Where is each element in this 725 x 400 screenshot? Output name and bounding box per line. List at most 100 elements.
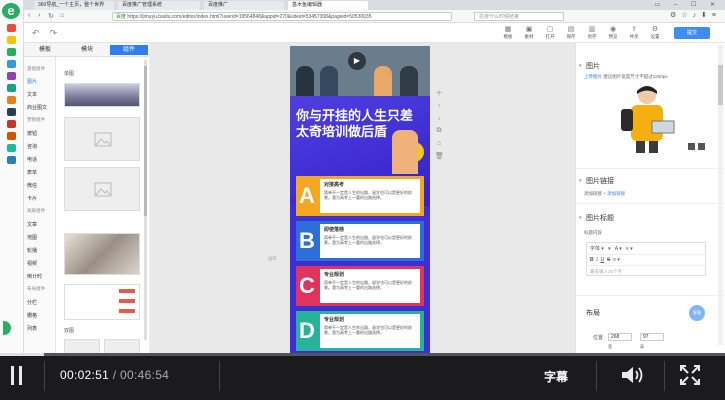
- toolbar-item[interactable]: ⚙ 设置: [646, 26, 664, 40]
- home-icon[interactable]: ⌂: [435, 140, 443, 147]
- category-item[interactable]: 视频: [27, 260, 37, 267]
- url-field[interactable]: 百度 https://jimuyu.baidu.com/editor/index…: [112, 12, 452, 21]
- forward-icon[interactable]: ›: [38, 12, 40, 19]
- thumbnail-placeholder[interactable]: [64, 117, 140, 161]
- tab-template[interactable]: 模板: [26, 45, 64, 55]
- upload-link[interactable]: 上传图片: [584, 74, 602, 79]
- home-icon[interactable]: ⌂: [60, 12, 64, 19]
- browser-tab[interactable]: 百度推广: [204, 1, 284, 10]
- position-x-input[interactable]: 268: [608, 333, 632, 341]
- category-item[interactable]: 电话: [27, 156, 37, 163]
- font-select[interactable]: 字体: [590, 246, 600, 252]
- position-y-input[interactable]: 97: [640, 333, 664, 341]
- thumbnail-double[interactable]: [104, 339, 140, 353]
- add-icon[interactable]: ＋: [435, 88, 443, 98]
- right-scrollbar[interactable]: [718, 45, 723, 345]
- toolbar-item[interactable]: ◉ 预览: [604, 26, 622, 40]
- app-icon[interactable]: [7, 108, 16, 116]
- delete-icon[interactable]: 🗑: [435, 152, 444, 160]
- volume-icon[interactable]: [620, 365, 644, 385]
- app-icon[interactable]: [7, 120, 16, 128]
- move-down-icon[interactable]: ↓: [435, 115, 443, 122]
- thumbnail-list[interactable]: [64, 284, 140, 320]
- category-item[interactable]: 咨询: [27, 143, 37, 150]
- move-up-icon[interactable]: ↑: [435, 103, 443, 110]
- category-item[interactable]: 文本: [27, 91, 37, 98]
- toolbar-item[interactable]: ▤ 保存: [562, 26, 580, 40]
- toolbar-item[interactable]: ▢ 打开: [541, 26, 559, 40]
- feature-card[interactable]: D 专业规划 简单不一定是人生的出路，留学也可以是更好的前景。我为高考上一重的出…: [296, 311, 424, 351]
- app-icon[interactable]: [7, 132, 16, 140]
- category-item[interactable]: 栅格: [27, 312, 37, 319]
- app-icon[interactable]: [7, 48, 16, 56]
- underline-icon[interactable]: U: [601, 257, 605, 263]
- bold-icon[interactable]: B: [590, 257, 594, 263]
- toolbar-item[interactable]: ▣ 素材: [520, 26, 538, 40]
- crop-icon[interactable]: [688, 143, 695, 150]
- chevron-down-icon[interactable]: ▾: [579, 63, 582, 69]
- delete-image-icon[interactable]: [698, 143, 705, 150]
- search-field[interactable]: 抗疫什么时候结束: [474, 12, 564, 21]
- caption-editor[interactable]: 字体 ▾ ▾ A ▾ ≡ ▾ B I U S ≡ ▾ 最多输入20个字: [586, 242, 706, 276]
- browser-logo-icon[interactable]: e: [2, 3, 20, 19]
- format-row[interactable]: B I U S ≡ ▾: [587, 255, 705, 266]
- chevron-down-icon[interactable]: ▾: [579, 178, 582, 184]
- category-item[interactable]: 商业图文: [27, 104, 47, 111]
- progress-bar[interactable]: [0, 353, 725, 356]
- app-icon[interactable]: [7, 156, 16, 164]
- strikethrough-icon[interactable]: S: [607, 257, 610, 263]
- app-icon[interactable]: [7, 72, 16, 80]
- thumbnail-double[interactable]: [64, 339, 100, 353]
- chevron-down-icon[interactable]: ▾: [579, 215, 582, 221]
- thumbnail-city-image[interactable]: [64, 83, 140, 107]
- app-icon[interactable]: [7, 60, 16, 68]
- play-icon[interactable]: ▶: [348, 52, 366, 70]
- app-icon[interactable]: [7, 144, 16, 152]
- category-item[interactable]: 按钮: [27, 130, 37, 137]
- selected-image-preview[interactable]: [616, 81, 678, 153]
- feature-card[interactable]: B 即使落榜 简单不一定是人生的出路，留学也可以是更好的前景。我为高考上一重的出…: [296, 221, 424, 261]
- browser-tools-icons[interactable]: ⚙☆♪⬇≡: [670, 11, 721, 19]
- toolbar-item[interactable]: ▦ 模板: [499, 26, 517, 40]
- window-controls[interactable]: ▭ – ☐ ✕: [655, 0, 721, 10]
- app-icon[interactable]: [7, 36, 16, 44]
- category-item[interactable]: 文章: [27, 221, 37, 228]
- category-item[interactable]: 倒计时: [27, 273, 42, 280]
- toolbar-item[interactable]: ▥ 另存: [583, 26, 601, 40]
- feature-card[interactable]: A 对接高考 简单不一定是人生的出路，留学也可以是更好的前景。我为高考上一重的出…: [296, 176, 424, 216]
- italic-icon[interactable]: I: [596, 257, 597, 263]
- thumbnail-desk-image[interactable]: [64, 233, 140, 275]
- category-item[interactable]: 分栏: [27, 299, 37, 306]
- undo-redo-icons[interactable]: ↶↷: [32, 28, 67, 39]
- browser-tab[interactable]: 360导航_一个主页，整个世界: [34, 1, 114, 10]
- pause-icon[interactable]: [11, 366, 23, 385]
- category-item[interactable]: 图片: [27, 78, 37, 85]
- app-icon[interactable]: [7, 24, 16, 32]
- add-link-button[interactable]: + 添加链接: [603, 191, 625, 196]
- feature-card[interactable]: C 专业规划 简单不一定是人生的出路，留学也可以是更好的前景。我为高考上一重的出…: [296, 266, 424, 306]
- category-item[interactable]: 卡片: [27, 195, 37, 202]
- subtitle-button[interactable]: 字幕: [544, 368, 568, 385]
- service-badge[interactable]: 客服: [689, 305, 705, 321]
- hero-video[interactable]: ▶: [290, 46, 430, 96]
- category-item[interactable]: 微信: [27, 182, 37, 189]
- copy-icon[interactable]: ⧉: [435, 127, 443, 135]
- thumbnail-placeholder[interactable]: [64, 167, 140, 211]
- left-scrollbar[interactable]: [144, 60, 147, 340]
- refresh-icon[interactable]: ↻: [48, 12, 54, 20]
- font-row[interactable]: 字体 ▾ ▾ A ▾ ≡ ▾: [587, 243, 705, 255]
- person-image[interactable]: [392, 130, 418, 174]
- category-item[interactable]: 地图: [27, 234, 37, 241]
- category-item[interactable]: 列表: [27, 325, 37, 332]
- submit-button[interactable]: 提交: [674, 27, 710, 39]
- category-item[interactable]: 表单: [27, 169, 37, 176]
- app-icon[interactable]: [7, 96, 16, 104]
- back-icon[interactable]: ‹: [28, 12, 30, 19]
- category-item[interactable]: 轮播: [27, 247, 37, 254]
- browser-tab[interactable]: 百度推广管理系统: [118, 1, 200, 10]
- tab-module[interactable]: 模块: [68, 45, 106, 55]
- tab-component[interactable]: 组件: [110, 45, 148, 55]
- browser-tab-active[interactable]: 基木鱼编辑器: [288, 1, 368, 10]
- fullscreen-icon[interactable]: [680, 365, 700, 385]
- toolbar-item[interactable]: ⇪ 共享: [625, 26, 643, 40]
